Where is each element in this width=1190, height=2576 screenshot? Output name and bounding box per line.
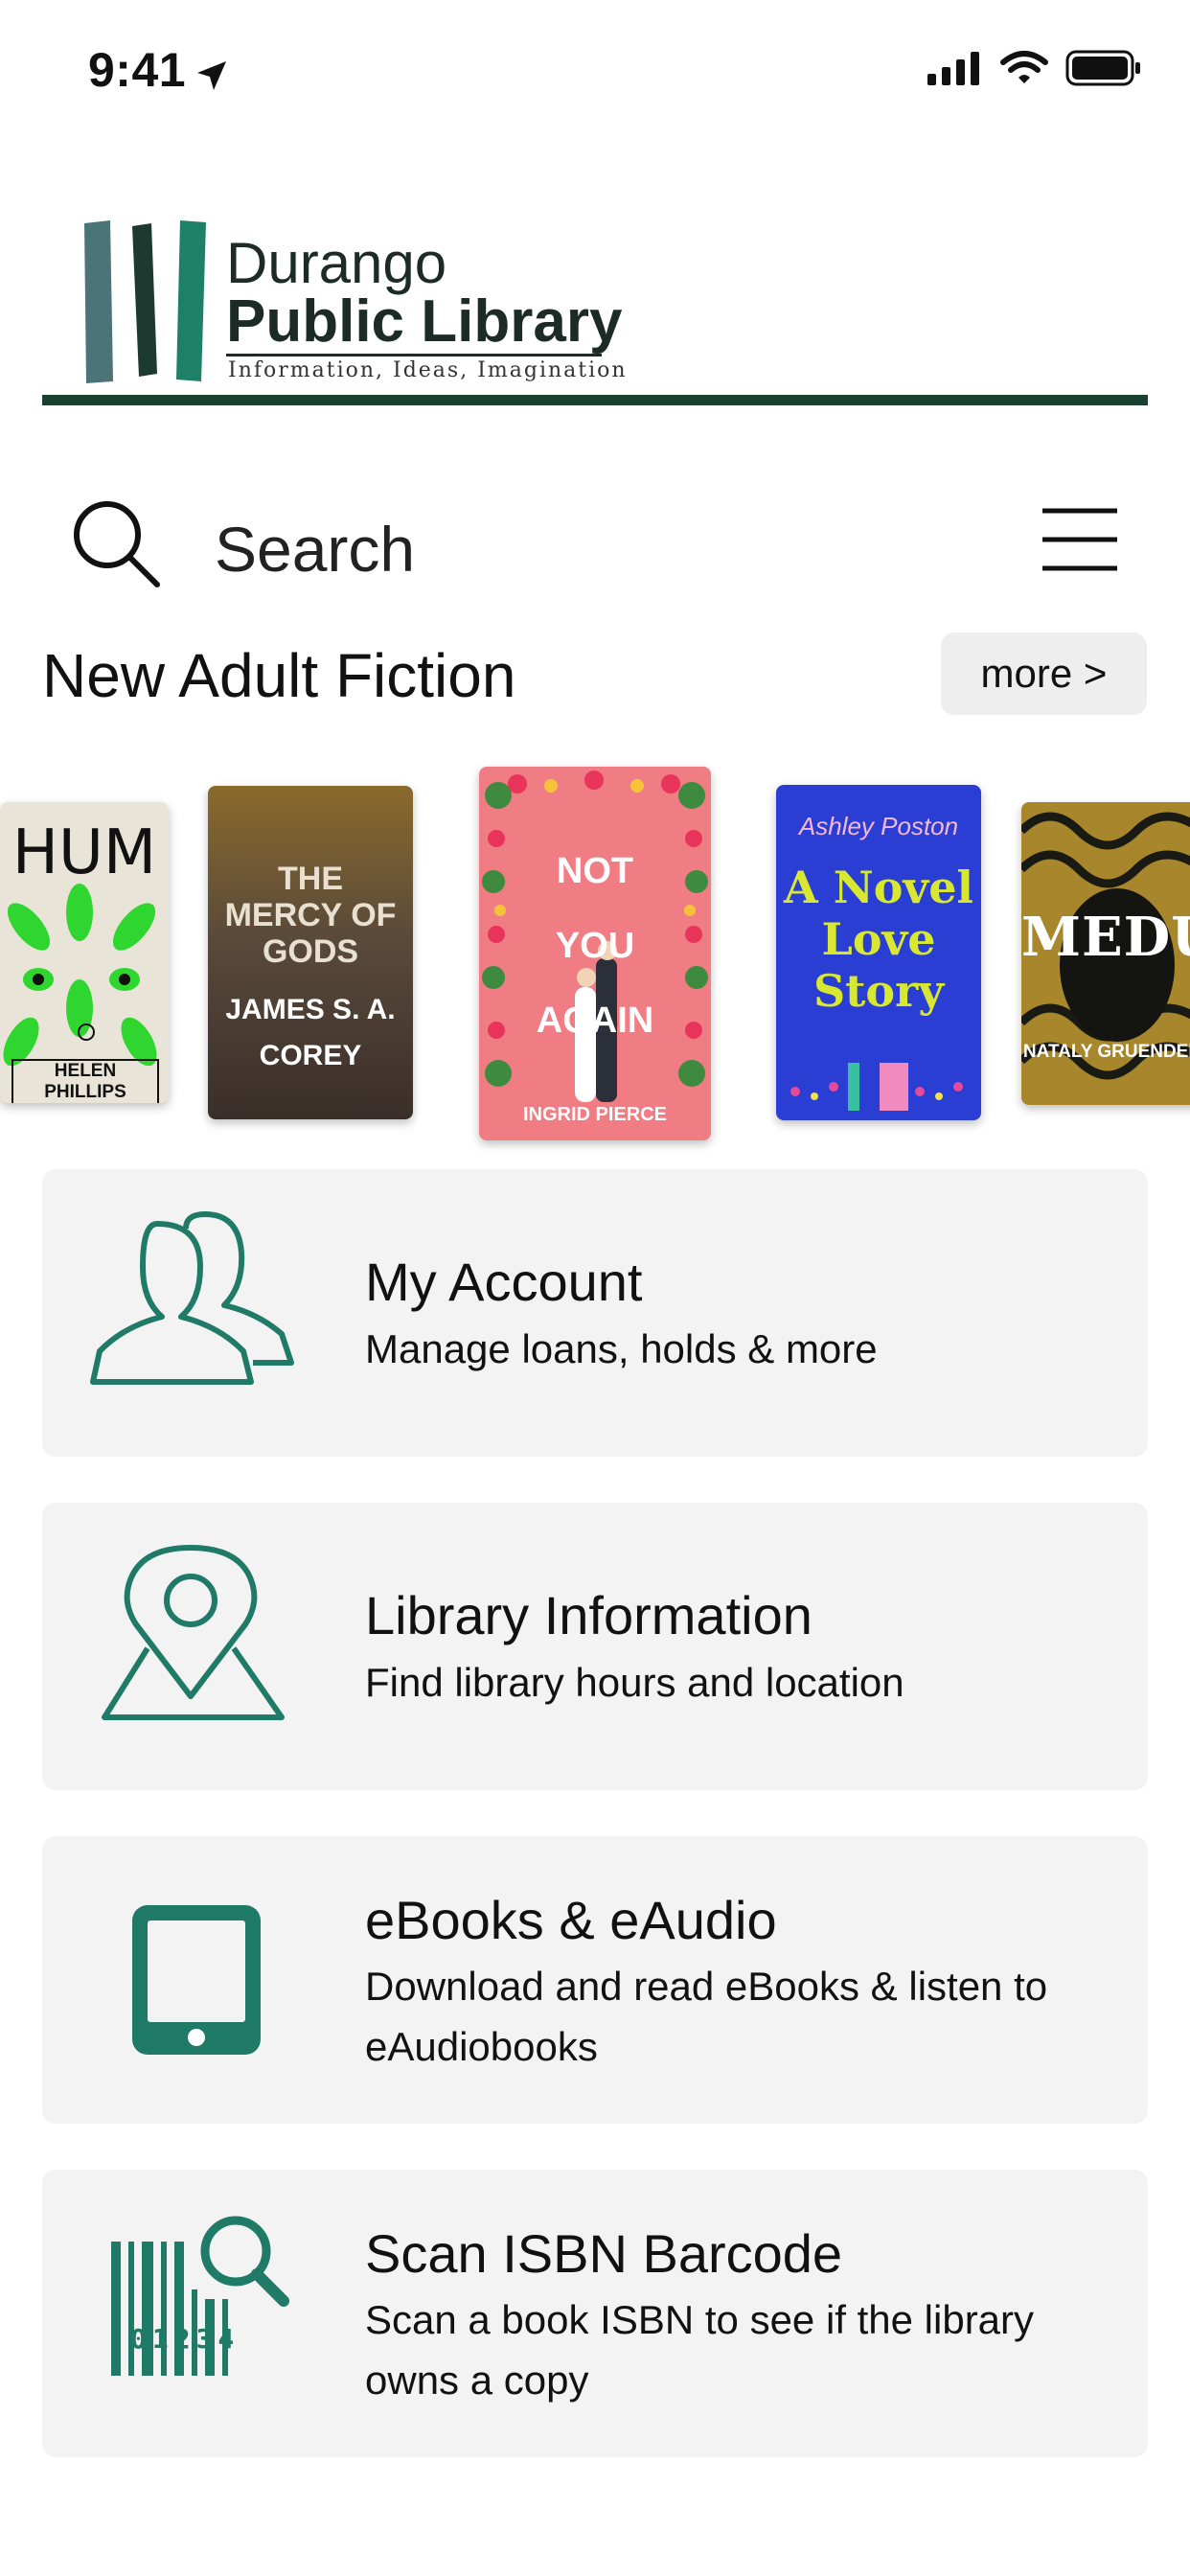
- book-art: [3, 884, 157, 1066]
- wifi-icon: [1000, 51, 1048, 90]
- logo-tagline: Information, Ideas, Imagination: [228, 358, 628, 382]
- book-title: A Novel Love Story: [784, 862, 973, 1017]
- hamburger-menu-icon[interactable]: [1041, 506, 1119, 578]
- battery-icon: [1065, 50, 1142, 91]
- library-information-card[interactable]: Library Information Find library hours a…: [42, 1503, 1148, 1790]
- status-icons: [927, 50, 1142, 91]
- signal-icon: [927, 51, 983, 90]
- book-art: [790, 1063, 963, 1111]
- my-account-card[interactable]: My Account Manage loans, holds & more: [42, 1169, 1148, 1457]
- book-cover[interactable]: HUM HELEN PHILLIPS: [0, 802, 169, 1103]
- search-button[interactable]: Search: [215, 513, 415, 586]
- status-time: 9:41: [88, 43, 187, 97]
- card-subtitle: Download and read eBooks & listen to eAu…: [365, 1964, 1048, 2069]
- card-subtitle: Find library hours and location: [365, 1660, 904, 1705]
- ebooks-eaudio-card[interactable]: eBooks & eAudio Download and read eBooks…: [42, 1836, 1148, 2124]
- location-arrow-icon: [195, 59, 228, 97]
- card-subtitle: Scan a book ISBN to see if the library o…: [365, 2297, 1035, 2403]
- scan-isbn-card[interactable]: 01234 Scan ISBN Barcode Scan a book ISBN…: [42, 2170, 1148, 2457]
- book-title: HUM: [11, 817, 157, 888]
- barcode-scan-icon: [102, 2213, 293, 2419]
- account-icon: [90, 1209, 296, 1396]
- book-author: Ashley Poston: [798, 812, 959, 840]
- book-title: THE MERCY OF GODS: [224, 861, 397, 970]
- card-title: eBooks & eAudio: [365, 1890, 777, 1950]
- logo-text-durango: Durango: [226, 231, 447, 295]
- book-author: HELEN PHILLIPS: [11, 1059, 159, 1103]
- book-author: INGRID PIERCE: [522, 1104, 668, 1125]
- library-logo-mark: [77, 218, 220, 391]
- search-icon[interactable]: [69, 496, 165, 597]
- book-carousel[interactable]: HUM HELEN PHILLIPS THE MERCY OF GODS JAM…: [0, 762, 1190, 1145]
- barcode-digits: 01234: [130, 2323, 240, 2355]
- book-cover[interactable]: THE MERCY OF GODS JAMES S. A. COREY: [208, 786, 413, 1119]
- book-cover[interactable]: NOT YOU AGAIN INGRID PIERCE: [479, 767, 711, 1140]
- map-pin-icon: [90, 1543, 296, 1730]
- book-cover[interactable]: Ashley Poston A Novel Love Story: [776, 785, 981, 1120]
- header-divider: [42, 395, 1148, 405]
- logo-underline: [226, 354, 602, 356]
- tablet-icon: [130, 1903, 264, 2061]
- book-author: NATALY GRUENDER: [1022, 1042, 1190, 1062]
- book-title: NOT YOU AGAIN: [536, 851, 654, 1041]
- card-title: Scan ISBN Barcode: [365, 2223, 843, 2284]
- card-title: Library Information: [365, 1585, 812, 1645]
- section-title: New Adult Fiction: [42, 641, 516, 710]
- card-subtitle: Manage loans, holds & more: [365, 1326, 878, 1371]
- book-cover[interactable]: MEDUSA NATALY GRUENDER: [1021, 802, 1190, 1105]
- book-title: MEDUSA: [1021, 906, 1190, 969]
- more-button[interactable]: more >: [941, 632, 1147, 715]
- card-title: My Account: [365, 1252, 643, 1312]
- logo-text-public-library: Public Library: [226, 288, 623, 355]
- book-author: JAMES S. A. COREY: [225, 994, 396, 1071]
